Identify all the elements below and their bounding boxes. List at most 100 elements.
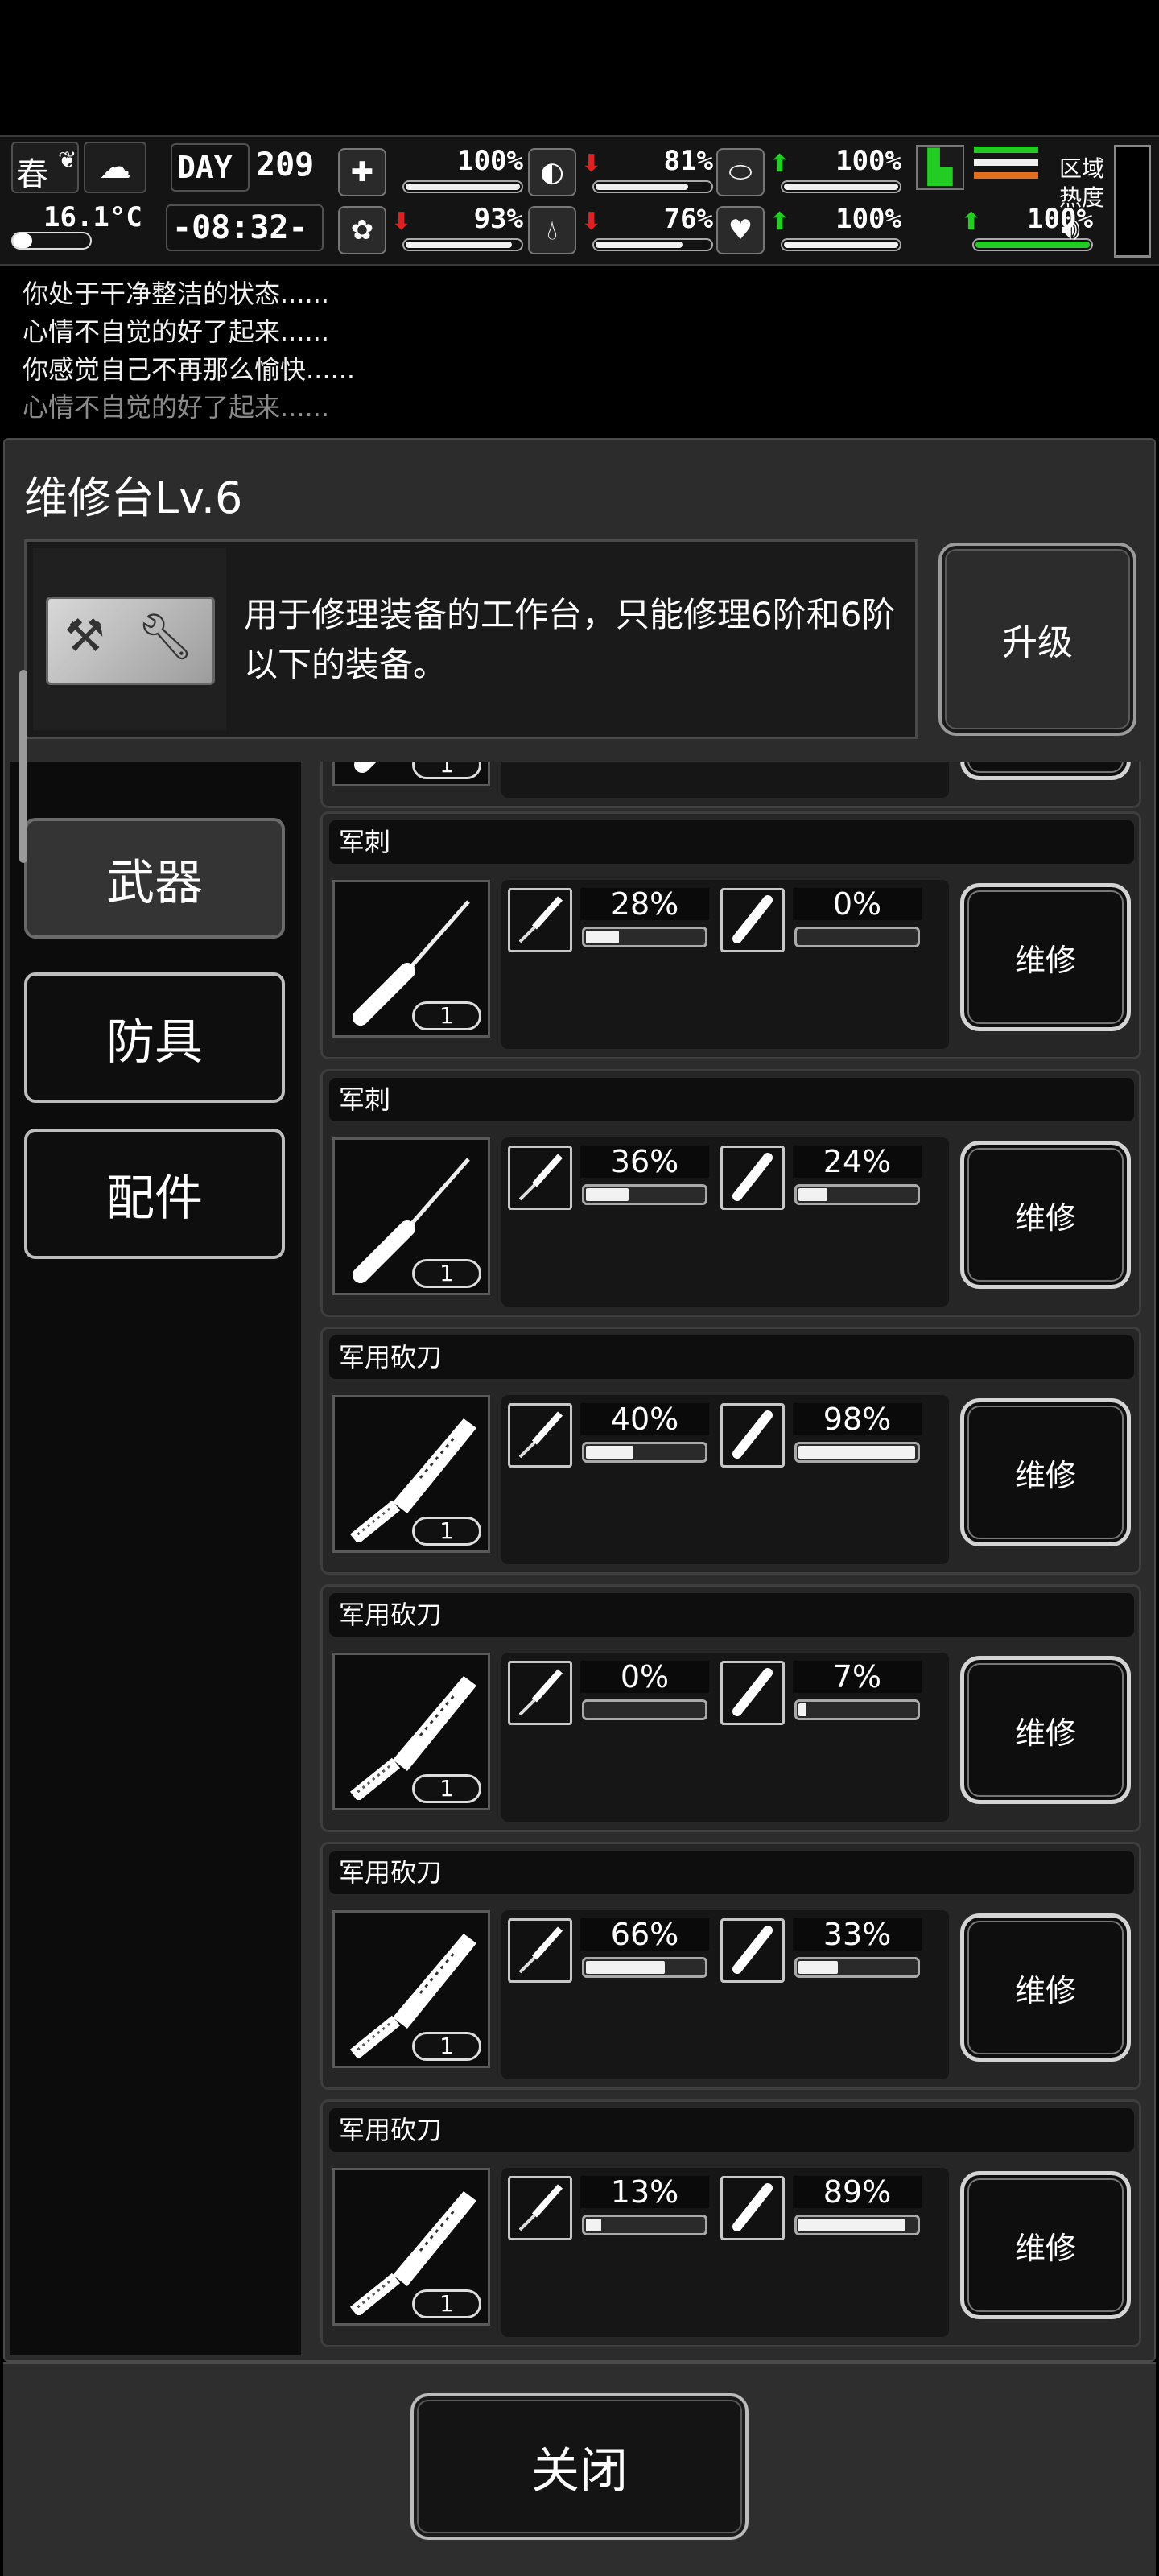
handle-durability-bar: [794, 1699, 920, 1720]
handle-durability-bar: [794, 1957, 920, 1978]
water-drop-icon: 💧︎: [528, 206, 576, 254]
blade-icon: [508, 888, 572, 952]
temperature-readout: 16.1°C: [43, 201, 142, 233]
pill-icon: ⬭: [716, 148, 765, 196]
handle-icon: [720, 1403, 785, 1468]
item-durability-panel: [501, 762, 949, 798]
item-thumbnail: 1: [332, 1395, 490, 1553]
speaker-icon[interactable]: 🔊︎: [1061, 211, 1080, 247]
stat-percent: 100%: [457, 145, 523, 177]
handle-durability-bar: [794, 927, 920, 947]
bench-description-box: ⚒ 🔧︎ 用于修理装备的工作台，只能修理6阶和6阶以下的装备。: [24, 539, 918, 739]
stomach-icon: ◐: [528, 148, 576, 196]
tools-icon: ⚒: [64, 610, 105, 663]
stat-vitality: ♥ ⬆ 100%: [716, 203, 909, 256]
item-name: 军用砍刀: [329, 1593, 1134, 1637]
repair-button[interactable]: 维修: [960, 883, 1131, 1031]
boot-icon: ▙: [916, 145, 964, 190]
weather-badge: ☁: [84, 142, 146, 193]
handle-icon: [720, 1146, 785, 1210]
item-durability-panel: 28% 0%: [501, 880, 949, 1049]
repair-bench-panel: 维修台Lv.6 ⚒ 🔧︎ 用于修理装备的工作台，只能修理6阶和6阶以下的装备。 …: [3, 438, 1156, 2362]
item-count: 1: [412, 1001, 481, 1030]
wrench-icon: 🔧︎: [137, 611, 195, 663]
heat-label: 热度: [1059, 184, 1105, 211]
tab-accessories[interactable]: 配件: [24, 1129, 285, 1259]
item-thumbnail: 1: [332, 880, 490, 1038]
handle-durability-percent: 33%: [793, 1918, 922, 1951]
tab-weapons[interactable]: 武器: [24, 818, 285, 939]
list-item: 军用砍刀 1 66% 33% 维修: [320, 1842, 1141, 2090]
stat-thirst: 💧︎ ⬇ 76%: [528, 203, 721, 256]
blade-durability: 40%: [508, 1403, 709, 1468]
category-scrollbar[interactable]: [19, 670, 27, 863]
day-label: DAY: [177, 150, 233, 185]
stat-bar: [402, 180, 523, 193]
list-item: 军刺 1 28% 0% 维修: [320, 811, 1141, 1059]
item-name: 军用砍刀: [329, 1335, 1134, 1379]
item-durability-panel: 66% 33%: [501, 1910, 949, 2079]
handle-icon: [720, 888, 785, 952]
handle-durability: 0%: [720, 888, 922, 952]
blade-durability: 13%: [508, 2176, 709, 2240]
item-count: 1: [412, 2032, 481, 2061]
blade-durability-bar: [582, 1442, 707, 1463]
blade-durability: 66%: [508, 1918, 709, 1983]
repair-button[interactable]: 维修: [960, 2171, 1131, 2319]
repair-button[interactable]: 维修: [960, 1398, 1131, 1546]
blade-icon: [508, 1146, 572, 1210]
clock-time: -08:32-: [172, 209, 308, 246]
log-line: 心情不自觉的好了起来......: [23, 392, 330, 423]
handle-durability: 89%: [720, 2176, 922, 2240]
blade-durability-percent: 36%: [580, 1146, 709, 1178]
temperature-gauge-icon: [11, 232, 92, 250]
heart-icon: ♥: [716, 206, 765, 254]
blade-durability-bar: [582, 1699, 707, 1720]
item-durability-panel: 36% 24%: [501, 1137, 949, 1307]
stat-mood: ✿ ⬇ 93%: [338, 203, 531, 256]
handle-durability-percent: 7%: [793, 1661, 922, 1693]
panel-title: 维修台Lv.6: [24, 473, 243, 523]
list-item: 军用砍刀 1 13% 89% 维修: [320, 2099, 1141, 2347]
blade-durability-percent: 13%: [580, 2176, 709, 2208]
equipment-list[interactable]: 1 维修 军刺128%0%维修军刺136%24%维修军用砍刀140%98%维修军…: [316, 762, 1145, 2355]
status-hud: 春 ❦ ☁ 16.1°C DAY 209 -08:32- ✚ 100% ◐ ⬇ 81% ⬭…: [0, 135, 1159, 266]
stat-health: ✚ 100%: [338, 145, 531, 198]
handle-durability: 24%: [720, 1146, 922, 1210]
item-count: 1: [412, 2289, 481, 2318]
blade-durability-bar: [582, 1957, 707, 1978]
blade-durability-bar: [582, 927, 707, 947]
stat-hunger: ◐ ⬇ 81%: [528, 145, 721, 198]
item-name: 军用砍刀: [329, 2108, 1134, 2152]
item-thumbnail: 1: [332, 1653, 490, 1810]
message-log[interactable]: 你处于干净整洁的状态...... 心情不自觉的好了起来...... 你感觉自己不…: [0, 269, 1159, 427]
blade-durability: 28%: [508, 888, 709, 952]
item-count: 1: [412, 1259, 481, 1288]
stamina-lines-icon: [974, 147, 1038, 187]
item-durability-panel: 13% 89%: [501, 2168, 949, 2337]
stat-immunity: ⬭ ⬆ 100%: [716, 145, 909, 198]
stat-bar: [592, 180, 713, 193]
category-sidebar: 武器 防具 配件: [10, 762, 301, 2355]
repair-button[interactable]: 维修: [960, 762, 1131, 780]
repair-button[interactable]: 维修: [960, 1913, 1131, 2062]
handle-durability: 33%: [720, 1918, 922, 1983]
handle-durability-percent: 98%: [793, 1403, 922, 1435]
close-button[interactable]: 关闭: [410, 2393, 749, 2540]
log-line: 你感觉自己不再那么愉快......: [23, 354, 356, 385]
upgrade-button[interactable]: 升级: [938, 543, 1136, 736]
handle-durability-percent: 24%: [793, 1146, 922, 1178]
brain-icon: ✿: [338, 206, 386, 254]
log-line: 你处于干净整洁的状态......: [23, 279, 330, 309]
blade-durability: 0%: [508, 1661, 709, 1725]
handle-icon: [720, 1918, 785, 1983]
stat-percent: 100%: [835, 203, 901, 235]
handle-icon: [720, 2176, 785, 2240]
stat-bar: [592, 238, 713, 251]
repair-bench-image: ⚒ 🔧︎: [33, 548, 226, 730]
tab-armor[interactable]: 防具: [24, 972, 285, 1103]
stat-bar: [402, 238, 523, 251]
blade-durability: 36%: [508, 1146, 709, 1210]
repair-button[interactable]: 维修: [960, 1656, 1131, 1804]
repair-button[interactable]: 维修: [960, 1141, 1131, 1289]
